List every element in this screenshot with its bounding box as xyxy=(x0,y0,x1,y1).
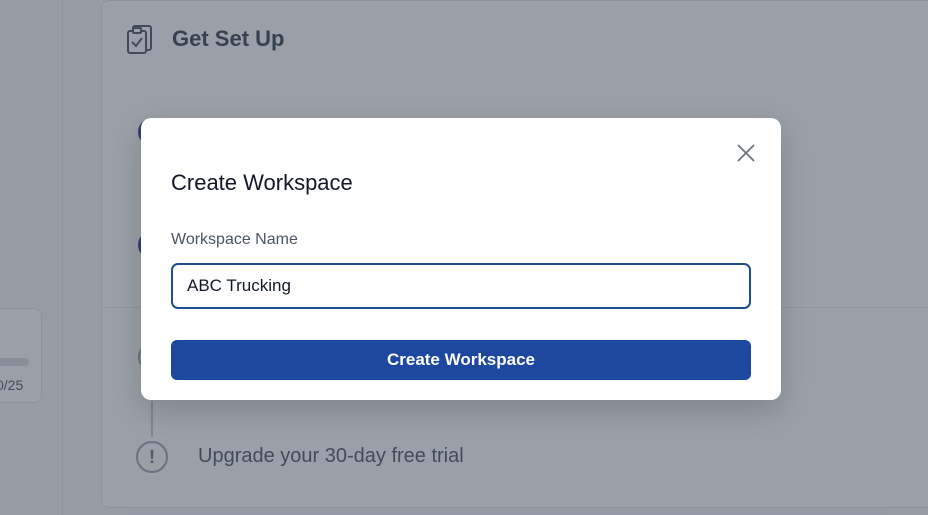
workspace-name-label: Workspace Name xyxy=(171,231,298,248)
dialog-title: Create Workspace xyxy=(171,170,353,195)
create-workspace-button[interactable]: Create Workspace xyxy=(171,340,751,380)
create-workspace-dialog: Create Workspace Workspace Name Create W… xyxy=(141,118,781,400)
close-icon[interactable] xyxy=(733,140,759,166)
workspace-name-input[interactable] xyxy=(171,263,751,309)
